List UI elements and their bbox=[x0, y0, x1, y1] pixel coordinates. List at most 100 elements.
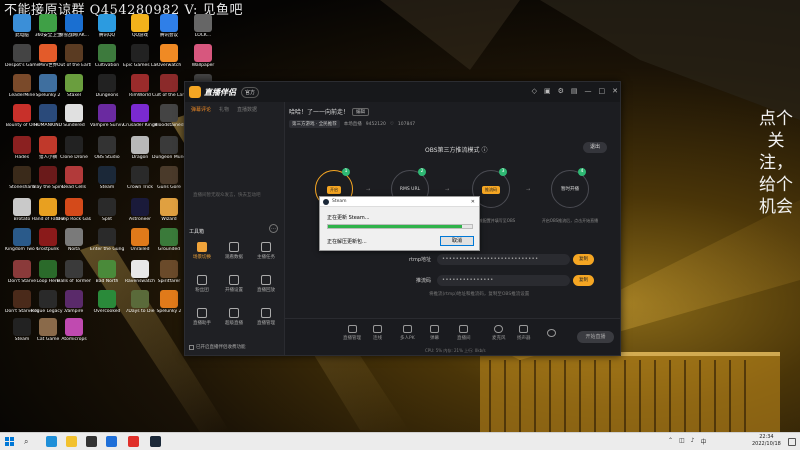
checkbox-icon[interactable] bbox=[189, 344, 194, 350]
steam-update-dialog: Steam ✕ 正在更新 Steam... 正在解压更新包... 取消 bbox=[319, 196, 480, 251]
edit-title-button[interactable]: 编辑 bbox=[352, 107, 370, 116]
store-icon[interactable] bbox=[86, 436, 97, 447]
app-icon bbox=[160, 14, 178, 32]
live-manage-button[interactable]: 直播管理 bbox=[343, 325, 361, 341]
step-1-button[interactable]: 开启 bbox=[327, 186, 341, 194]
danmaku-button[interactable]: 弹幕 bbox=[430, 325, 439, 341]
desktop-icon[interactable]: Overwatch bbox=[152, 44, 186, 76]
edge-icon[interactable] bbox=[46, 436, 57, 447]
tab-comments[interactable]: 弹幕评论 bbox=[191, 106, 211, 113]
mic-button[interactable]: 麦克风 bbox=[492, 325, 506, 341]
go-live-button[interactable]: 开始直播 bbox=[577, 331, 614, 343]
desktop-icon[interactable]: 腾讯会议 bbox=[152, 14, 186, 46]
desktop-icon[interactable]: Staxel bbox=[57, 74, 91, 106]
desktop-icon[interactable]: Dungeons bbox=[90, 74, 124, 106]
close-icon[interactable]: ✕ bbox=[471, 199, 475, 205]
tool-item[interactable]: 直播助手 bbox=[187, 306, 217, 334]
tab-gifts[interactable]: 礼物 bbox=[219, 106, 229, 113]
chevron-up-icon[interactable]: ⌃ bbox=[668, 437, 673, 446]
desktop-icon[interactable]: Sundered bbox=[57, 104, 91, 136]
desktop-icon[interactable]: Wallpaper bbox=[186, 44, 220, 76]
app-icon bbox=[131, 104, 149, 122]
help-icon[interactable]: ⓘ bbox=[481, 147, 487, 154]
desktop-icon[interactable]: 腾讯QQ bbox=[90, 14, 124, 46]
desktop-icon[interactable]: Steam bbox=[90, 166, 124, 198]
desktop-icon[interactable]: Deep Rock Galactic bbox=[57, 198, 91, 230]
desktop-icon[interactable]: Dead Cells bbox=[57, 166, 91, 198]
start-button[interactable] bbox=[5, 437, 14, 446]
file-explorer-icon[interactable] bbox=[66, 436, 77, 447]
desktop-icon[interactable]: Wizard bbox=[152, 198, 186, 230]
multi-pk-button[interactable]: 多人PK bbox=[400, 325, 415, 341]
desktop-icon[interactable]: Out of the Earth bbox=[57, 44, 91, 76]
mail-icon[interactable] bbox=[106, 436, 117, 447]
copy-key-button[interactable]: 复制 bbox=[573, 274, 594, 286]
sidebar-bottom-notice[interactable]: 已开启直播伴侣收费功能 bbox=[189, 344, 246, 350]
close-icon[interactable]: ✕ bbox=[612, 87, 618, 96]
gift-icon[interactable]: ◇ bbox=[532, 87, 537, 96]
toolbox-more-button[interactable]: … bbox=[269, 224, 278, 233]
copy-rtmp-button[interactable]: 复制 bbox=[573, 253, 594, 265]
connect-icon bbox=[373, 325, 382, 333]
room-button[interactable]: 直播间 bbox=[457, 325, 471, 341]
taskbar-clock[interactable]: 22:34 2022/10/18 bbox=[752, 434, 781, 448]
tool-item[interactable]: 场景切换 bbox=[187, 240, 217, 268]
desktop-icon[interactable]: Enter the Gungeon bbox=[90, 228, 124, 260]
stream-key-input[interactable]: ••••••••••••••• bbox=[437, 274, 570, 286]
volume-icon[interactable]: ♪ bbox=[691, 437, 695, 446]
tab-live-data[interactable]: 直播数据 bbox=[237, 106, 257, 113]
app-badge[interactable]: 官方 bbox=[241, 86, 260, 98]
desktop-icon[interactable]: Spelunky 2 bbox=[152, 290, 186, 322]
desktop-icon[interactable]: Split bbox=[90, 198, 124, 230]
desktop-icon[interactable]: Atomicrops bbox=[57, 318, 91, 350]
desktop-icon[interactable]: Bad North bbox=[90, 260, 124, 292]
tool-label: 粉丝团 bbox=[195, 288, 209, 293]
speaker-button[interactable]: 扬声器 bbox=[517, 325, 531, 341]
tool-item[interactable]: 直播回放 bbox=[251, 273, 281, 301]
desktop-icon[interactable]: Halls of Torment bbox=[57, 260, 91, 292]
network-icon[interactable]: ◫ bbox=[679, 437, 685, 446]
bag-icon[interactable]: ▣ bbox=[544, 87, 551, 96]
search-icon[interactable]: ⌕ bbox=[24, 437, 28, 447]
maximize-icon[interactable]: □ bbox=[599, 87, 606, 96]
desktop-icon[interactable]: LOCK... bbox=[186, 14, 220, 46]
tool-item[interactable]: 观看数据 bbox=[219, 240, 249, 268]
desktop-icon[interactable]: Cult of the Lamb bbox=[152, 74, 186, 106]
notification-icon[interactable] bbox=[788, 438, 796, 446]
settings-icon[interactable]: ⚙ bbox=[558, 87, 564, 96]
tool-item[interactable]: 主播任务 bbox=[251, 240, 281, 268]
settings-button[interactable] bbox=[547, 329, 556, 337]
desktop-icon[interactable]: OBS Studio bbox=[90, 136, 124, 168]
desktop-icon[interactable]: Vampire Survivors bbox=[90, 104, 124, 136]
desktop-icon[interactable]: Noita bbox=[57, 228, 91, 260]
app-icon bbox=[13, 290, 31, 308]
desktop-icon[interactable]: Grounded bbox=[152, 228, 186, 260]
cancel-button[interactable]: 取消 bbox=[440, 236, 474, 246]
app-icon bbox=[194, 14, 212, 32]
desktop-icon[interactable]: 暴雪战网(AK... bbox=[57, 14, 91, 46]
red-app-icon[interactable] bbox=[128, 436, 139, 447]
tool-item[interactable]: 直播管理 bbox=[251, 306, 281, 334]
steam-icon[interactable] bbox=[150, 436, 161, 447]
exit-obs-mode-button[interactable]: 退出 bbox=[583, 142, 607, 153]
tool-item[interactable]: 超级直播 bbox=[219, 306, 249, 334]
desktop-icon[interactable]: Spiritfarer bbox=[152, 260, 186, 292]
tool-item[interactable]: 开播设置 bbox=[219, 273, 249, 301]
desktop-icon[interactable]: Dungeon Munchies bbox=[152, 136, 186, 168]
rtmp-input[interactable]: •••••••••••••••••••••••••••• bbox=[437, 253, 570, 265]
input-method-icon[interactable]: 中 bbox=[701, 437, 707, 446]
layout-icon[interactable]: ▤ bbox=[571, 87, 578, 96]
desktop-icon[interactable]: Bloodstained bbox=[152, 104, 186, 136]
desktop-icon[interactable]: Cultivation bbox=[90, 44, 124, 76]
desktop-icon[interactable]: Overcooked bbox=[90, 290, 124, 322]
room-category[interactable]: 第三方游戏 · 全民推荐 bbox=[289, 120, 340, 128]
desktop-icon[interactable]: Clone Drone bbox=[57, 136, 91, 168]
tool-item[interactable]: 粉丝团 bbox=[187, 273, 217, 301]
desktop-icon[interactable]: Guns Gore bbox=[152, 166, 186, 198]
connect-button[interactable]: 连线 bbox=[373, 325, 382, 341]
step-3-button[interactable]: 推流码 bbox=[482, 186, 500, 194]
app-icon bbox=[160, 104, 178, 122]
app-icon bbox=[39, 44, 57, 62]
tool-label: 超级直播 bbox=[225, 321, 243, 326]
minimize-icon[interactable]: — bbox=[585, 87, 592, 96]
